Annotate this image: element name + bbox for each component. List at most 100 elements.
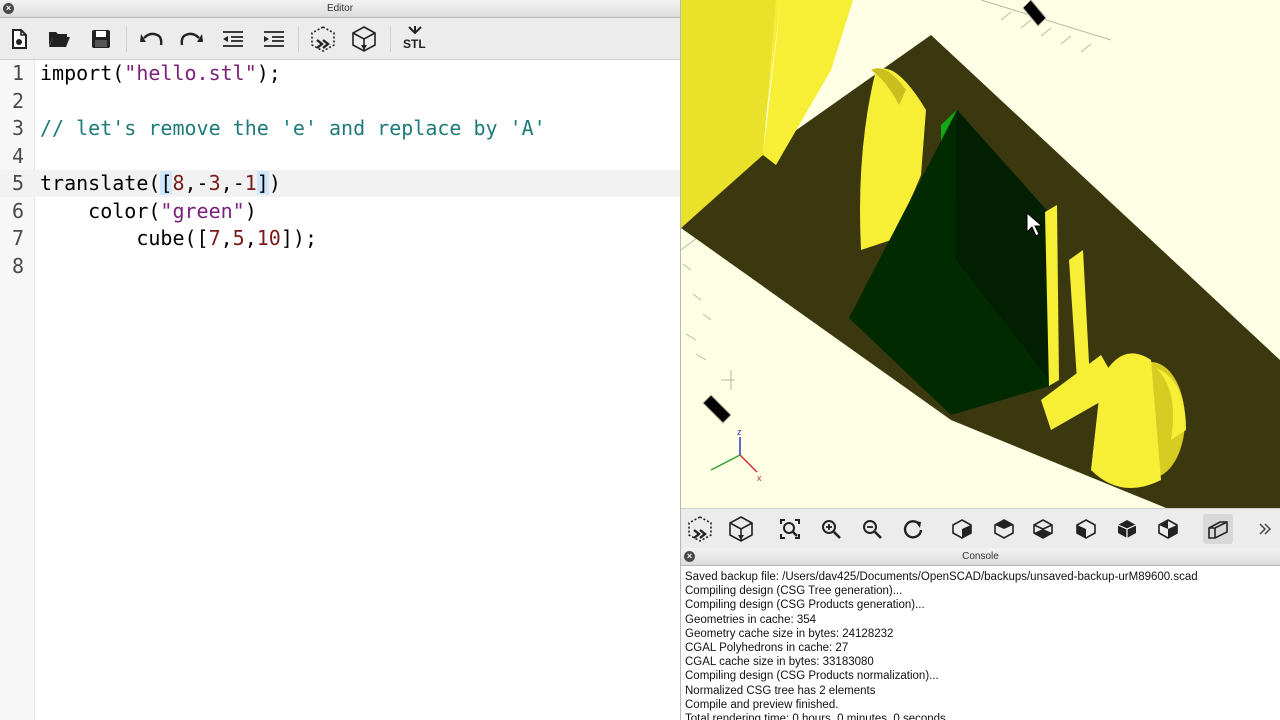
axis-label-z: z xyxy=(737,427,742,437)
view-bottom-icon xyxy=(1033,519,1053,539)
zoom-in-icon xyxy=(822,520,841,539)
code-token: 3 xyxy=(208,171,221,195)
view-bottom-button[interactable] xyxy=(1028,514,1058,544)
code-token: ]); xyxy=(280,226,317,250)
console-line: Saved backup file: /Users/dav425/Documen… xyxy=(685,571,1198,583)
console-line: CGAL cache size in bytes: 33183080 xyxy=(685,656,874,669)
console-output[interactable]: Saved backup file: /Users/dav425/Documen… xyxy=(685,570,1280,720)
indent-button[interactable] xyxy=(259,24,289,54)
view-left-icon xyxy=(1076,519,1096,539)
code-token: 7 xyxy=(208,226,221,250)
editor-title: Editor xyxy=(326,3,354,14)
new-file-button[interactable] xyxy=(4,24,34,54)
open-folder-icon xyxy=(49,32,70,47)
code-text: translate([8,-3,-1]) xyxy=(40,170,281,197)
view-render-button[interactable] xyxy=(726,514,756,544)
code-line[interactable]: 5 translate([8,-3,-1]) xyxy=(0,170,680,197)
code-editor[interactable]: 1 import("hello.stl"); 2 3 // let's remove t… xyxy=(0,60,680,720)
zoom-all-button[interactable] xyxy=(775,514,805,544)
view-right-icon xyxy=(952,519,972,539)
code-token: 1 xyxy=(244,171,257,195)
3d-viewport[interactable]: z x xyxy=(681,0,1280,510)
code-line[interactable]: 6 color("green") xyxy=(0,198,680,225)
more-tools-button[interactable] xyxy=(1255,514,1275,544)
line-number: 1 xyxy=(11,61,24,85)
zoom-in-button[interactable] xyxy=(816,514,846,544)
reset-view-button[interactable] xyxy=(898,514,928,544)
code-line[interactable]: 3 // let's remove the 'e' and replace by … xyxy=(0,115,680,142)
code-token: // let's remove the 'e' and replace by '… xyxy=(40,116,546,140)
code-text: color("green") xyxy=(40,198,257,225)
console-line: Compiling design (CSG Products normaliza… xyxy=(685,670,939,683)
console-line: Compile and preview finished. xyxy=(685,698,839,711)
new-file-icon xyxy=(12,29,27,49)
code-text: import("hello.stl"); xyxy=(40,60,281,87)
console-line: Compiling design (CSG Products generatio… xyxy=(685,599,925,612)
code-token: import( xyxy=(40,61,125,85)
view-back-button[interactable] xyxy=(1153,514,1183,544)
view-top-icon xyxy=(994,519,1014,539)
view-right-button[interactable] xyxy=(947,514,977,544)
code-token: , xyxy=(220,226,233,250)
console-line: Normalized CSG tree has 2 elements xyxy=(685,684,876,697)
code-token: ) xyxy=(244,198,257,223)
line-number: 3 xyxy=(11,116,24,140)
code-token: 10 xyxy=(256,226,281,250)
console-pane: × Console Saved backup file: /Users/dav4… xyxy=(681,548,1280,720)
console-line: Total rendering time: 0 hours, 0 minutes… xyxy=(685,713,946,720)
console-line: CGAL Polyhedrons in cache: 27 xyxy=(685,642,849,655)
render-button[interactable] xyxy=(349,24,379,54)
model-render: z x xyxy=(681,0,1280,510)
view-toolbar xyxy=(681,508,1280,548)
code-line[interactable]: 7 cube([7,5,10]); xyxy=(0,225,680,252)
reset-view-icon xyxy=(903,520,923,539)
console-line: Geometries in cache: 354 xyxy=(685,613,817,626)
perspective-button[interactable] xyxy=(1203,514,1233,544)
save-button[interactable] xyxy=(86,24,116,54)
code-token: ,- xyxy=(184,171,209,195)
code-token: ); xyxy=(256,61,281,85)
code-token: ,- xyxy=(220,171,245,195)
code-line[interactable]: 4 xyxy=(0,143,680,170)
code-token: color( xyxy=(40,198,161,223)
code-token: ) xyxy=(268,171,281,195)
toolbar-separator xyxy=(298,26,299,52)
line-number: 5 xyxy=(11,171,24,195)
unindent-button[interactable] xyxy=(218,24,248,54)
export-stl-button[interactable]: STL xyxy=(400,24,430,54)
view-back-icon xyxy=(1158,519,1178,539)
preview-button[interactable] xyxy=(308,24,338,54)
code-line[interactable]: 8 xyxy=(0,253,680,280)
export-stl-label: STL xyxy=(403,37,426,51)
render-icon xyxy=(729,516,753,542)
editor-titlebar: × Editor xyxy=(0,0,680,18)
axis-indicator: z x xyxy=(710,427,762,483)
code-token: ] xyxy=(256,171,269,195)
preview-icon xyxy=(688,516,712,542)
code-token: 8 xyxy=(172,171,185,195)
perspective-icon xyxy=(1208,521,1228,539)
code-line[interactable]: 2 xyxy=(0,88,680,115)
redo-button[interactable] xyxy=(177,24,207,54)
open-file-button[interactable] xyxy=(44,24,74,54)
code-token: "green" xyxy=(160,198,245,223)
line-number: 6 xyxy=(11,198,24,223)
zoom-out-button[interactable] xyxy=(857,514,887,544)
line-number: 2 xyxy=(11,88,24,113)
view-top-button[interactable] xyxy=(989,514,1019,544)
more-icon xyxy=(1259,523,1272,535)
toolbar-separator xyxy=(390,26,391,52)
view-front-button[interactable] xyxy=(1112,514,1142,544)
console-titlebar: × Console xyxy=(681,548,1280,566)
view-preview-button[interactable] xyxy=(685,514,715,544)
code-token: cube([ xyxy=(40,226,209,250)
undo-button[interactable] xyxy=(136,24,166,54)
code-text: cube([7,5,10]); xyxy=(40,225,317,252)
editor-toolbar: STL xyxy=(0,18,680,60)
preview-icon xyxy=(311,26,335,52)
view-front-icon xyxy=(1117,520,1137,538)
code-line[interactable]: 1 import("hello.stl"); xyxy=(0,60,680,87)
undo-icon xyxy=(140,32,163,46)
redo-icon xyxy=(180,32,203,46)
view-left-button[interactable] xyxy=(1071,514,1101,544)
